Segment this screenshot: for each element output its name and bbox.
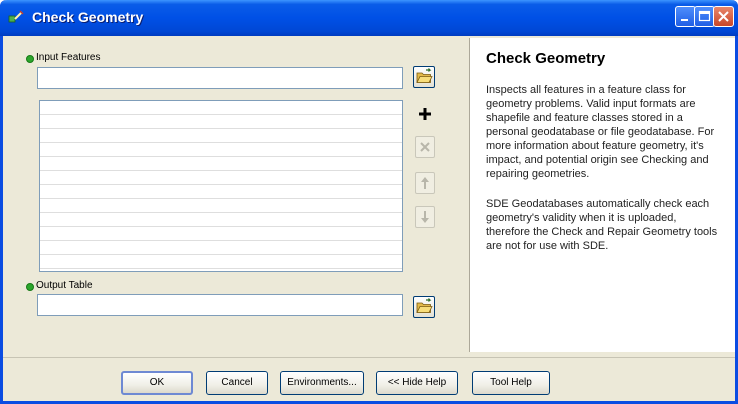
folder-open-icon <box>416 298 433 313</box>
required-indicator-icon <box>26 283 34 291</box>
minimize-button[interactable] <box>675 6 696 27</box>
output-browse-button[interactable] <box>413 296 435 318</box>
input-browse-button[interactable] <box>413 66 435 88</box>
input-features-list[interactable] <box>39 100 403 272</box>
minimize-icon <box>681 19 688 21</box>
title-bar[interactable]: Check Geometry <box>0 0 738 36</box>
close-icon <box>718 11 729 22</box>
arrow-down-icon <box>421 211 429 223</box>
required-indicator-icon <box>26 55 34 63</box>
maximize-icon <box>698 10 711 22</box>
input-features-field[interactable] <box>37 67 403 89</box>
move-down-button[interactable] <box>415 206 435 228</box>
tool-help-button[interactable]: Tool Help <box>472 371 550 395</box>
plus-icon <box>419 108 431 120</box>
remove-button[interactable] <box>415 136 435 158</box>
pane-splitter[interactable] <box>451 38 467 352</box>
arrow-up-icon <box>421 177 429 189</box>
x-icon <box>420 142 430 152</box>
check-geometry-dialog: Check Geometry Input Features Output Tab… <box>0 0 738 404</box>
cancel-button[interactable]: Cancel <box>206 371 268 395</box>
ok-button[interactable]: OK <box>121 371 193 395</box>
move-up-button[interactable] <box>415 172 435 194</box>
output-table-label: Output Table <box>36 280 93 291</box>
environments-button[interactable]: Environments... <box>280 371 364 395</box>
hide-help-button[interactable]: << Hide Help <box>376 371 458 395</box>
help-panel: Check Geometry Inspects all features in … <box>469 38 735 352</box>
close-button[interactable] <box>713 6 734 27</box>
add-button[interactable] <box>415 103 435 125</box>
button-bar: OK Cancel Environments... << Hide Help T… <box>3 357 735 402</box>
maximize-button[interactable] <box>694 6 715 27</box>
output-table-field[interactable] <box>37 294 403 316</box>
folder-open-icon <box>416 68 433 83</box>
window-title: Check Geometry <box>32 9 144 25</box>
input-features-label: Input Features <box>36 52 101 63</box>
help-paragraph: Inspects all features in a feature class… <box>486 84 715 180</box>
help-title: Check Geometry <box>486 50 606 67</box>
app-icon <box>8 10 24 23</box>
help-paragraph: SDE Geodatabases automatically check eac… <box>486 198 718 252</box>
